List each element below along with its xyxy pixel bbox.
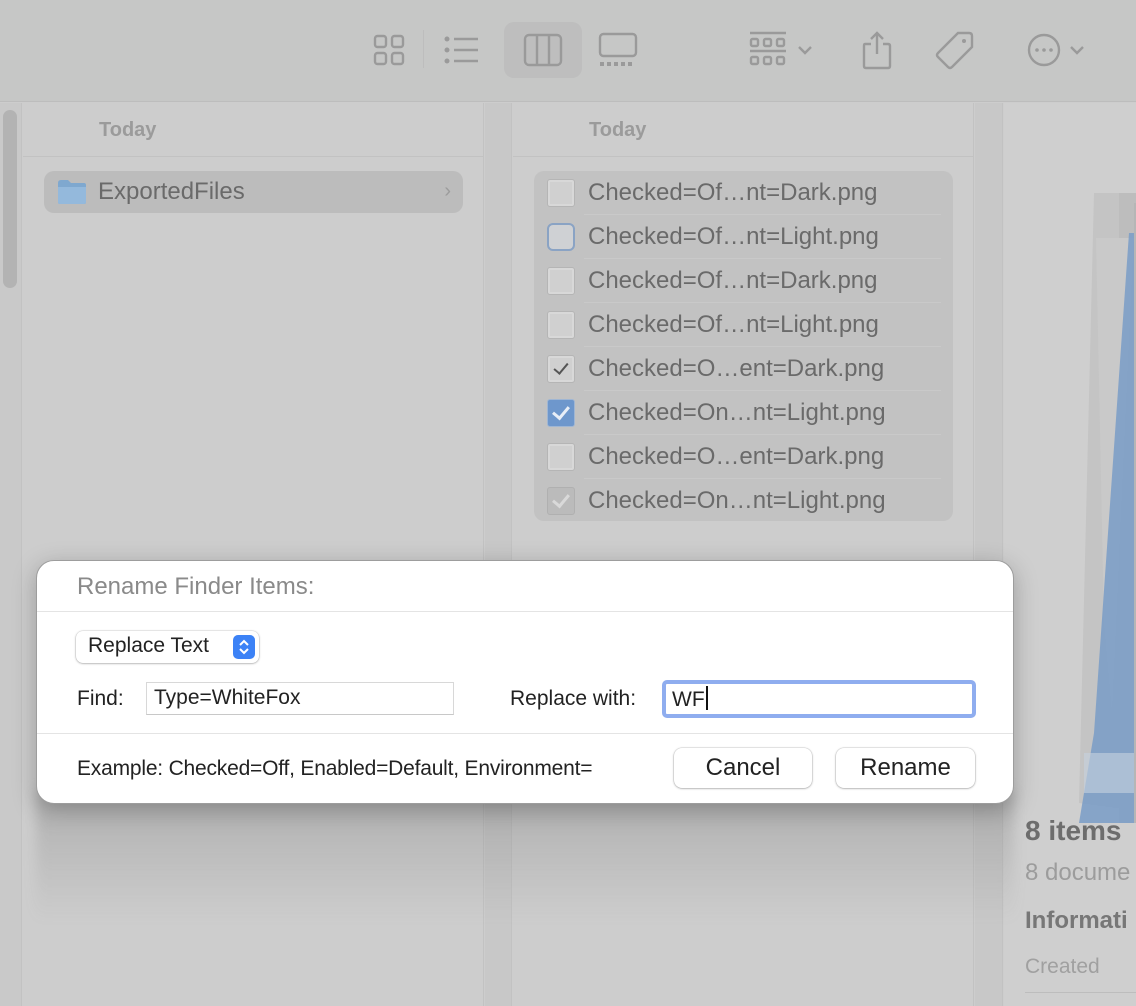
- column-view-button[interactable]: [504, 22, 582, 78]
- folder-icon: [58, 180, 86, 204]
- more-actions-icon: [1027, 33, 1061, 67]
- folder-item-exportedfiles[interactable]: ExportedFiles ›: [44, 171, 463, 213]
- file-name: Checked=Of…nt=Dark.png: [588, 179, 878, 206]
- file-name: Checked=Of…nt=Dark.png: [588, 267, 878, 294]
- gallery-view-icon: [598, 32, 638, 66]
- unchecked-checkbox-thumbnail-icon: [547, 443, 575, 471]
- info-divider: [1025, 992, 1136, 993]
- cancel-button[interactable]: Cancel: [674, 748, 812, 788]
- stacked-files-preview-icon: [1079, 193, 1136, 823]
- file-row[interactable]: Checked=Of…nt=Dark.png: [534, 171, 953, 215]
- information-heading: Informati: [1025, 907, 1128, 934]
- text-caret: [705, 686, 708, 710]
- chevron-down-icon: [798, 46, 812, 55]
- file-name: Checked=On…nt=Light.png: [588, 399, 886, 426]
- gallery-view-button[interactable]: [592, 22, 644, 78]
- replace-with-label: Replace with:: [510, 687, 637, 710]
- file-name: Checked=O…ent=Dark.png: [588, 355, 885, 382]
- icon-view-button[interactable]: [366, 22, 412, 78]
- preview-pane: 8 items 8 docume Informati Created: [1004, 103, 1136, 1006]
- file-row[interactable]: Checked=On…nt=Light.png: [534, 391, 953, 435]
- up-down-chevron-icon: [239, 639, 249, 655]
- divider: [37, 611, 1013, 612]
- file-name: Checked=Of…nt=Light.png: [588, 223, 879, 250]
- file-row[interactable]: Checked=O…ent=Dark.png: [534, 347, 953, 391]
- file-row[interactable]: Checked=Of…nt=Light.png: [534, 215, 953, 259]
- rename-example-preview: Example: Checked=Off, Enabled=Default, E…: [77, 757, 593, 780]
- tag-button[interactable]: [930, 22, 980, 78]
- find-input[interactable]: Type=WhiteFox: [146, 682, 454, 715]
- file-name: Checked=Of…nt=Light.png: [588, 311, 879, 338]
- column-view-icon: [523, 33, 563, 67]
- item-kind-summary: 8 docume: [1025, 859, 1131, 886]
- share-icon: [862, 31, 892, 70]
- unchecked-checkbox-thumbnail-icon: [547, 179, 575, 207]
- list-view-icon: [444, 36, 478, 64]
- replace-with-value: WF: [672, 688, 705, 711]
- unchecked-checkbox-thumbnail-icon: [547, 311, 575, 339]
- unchecked-focus-checkbox-thumbnail-icon: [547, 223, 575, 251]
- checked-blue-checkbox-thumbnail-icon: [547, 399, 575, 427]
- sidebar-scrollbar[interactable]: [0, 103, 22, 1006]
- icon-view-icon: [373, 34, 405, 66]
- replace-with-input[interactable]: WF: [662, 680, 976, 718]
- file-list: Checked=Of…nt=Dark.png Checked=Of…nt=Lig…: [534, 171, 953, 521]
- created-label: Created: [1025, 955, 1100, 978]
- tag-icon: [935, 31, 974, 70]
- unchecked-checkbox-thumbnail-icon: [547, 267, 575, 295]
- find-label: Find:: [77, 687, 124, 710]
- file-row[interactable]: Checked=O…ent=Dark.png: [534, 435, 953, 479]
- sheet-shadow: [36, 790, 1014, 920]
- file-row[interactable]: Checked=On…nt=Light.png: [534, 479, 953, 523]
- rename-button[interactable]: Rename: [836, 748, 975, 788]
- divider: [37, 733, 1013, 734]
- rename-mode-popup[interactable]: Replace Text: [76, 631, 259, 663]
- toolbar-divider: [423, 30, 424, 68]
- rename-finder-items-dialog: Rename Finder Items: Replace Text Find: …: [36, 560, 1014, 804]
- file-row[interactable]: Checked=Of…nt=Light.png: [534, 303, 953, 347]
- group-by-icon: [749, 31, 786, 66]
- column-header: Today: [513, 103, 973, 157]
- scrollbar-thumb[interactable]: [3, 110, 17, 288]
- share-button[interactable]: [854, 22, 900, 78]
- file-name: Checked=On…nt=Light.png: [588, 487, 886, 514]
- list-view-button[interactable]: [438, 22, 486, 78]
- item-count: 8 items: [1025, 815, 1122, 846]
- more-actions-button[interactable]: [1018, 22, 1094, 78]
- checked-gray-checkbox-thumbnail-icon: [547, 487, 575, 515]
- file-name: Checked=O…ent=Dark.png: [588, 443, 885, 470]
- dialog-title: Rename Finder Items:: [77, 573, 315, 600]
- folder-name: ExportedFiles: [98, 178, 245, 205]
- toolbar: [0, 0, 1136, 102]
- file-row[interactable]: Checked=Of…nt=Dark.png: [534, 259, 953, 303]
- chevron-down-icon: [1070, 46, 1084, 55]
- popup-stepper: [233, 635, 255, 659]
- checked-checkbox-thumbnail-icon: [547, 355, 575, 383]
- group-by-button[interactable]: [740, 22, 822, 78]
- chevron-right-icon: ›: [444, 180, 451, 202]
- column-header: Today: [23, 103, 483, 157]
- rename-mode-value: Replace Text: [88, 634, 210, 657]
